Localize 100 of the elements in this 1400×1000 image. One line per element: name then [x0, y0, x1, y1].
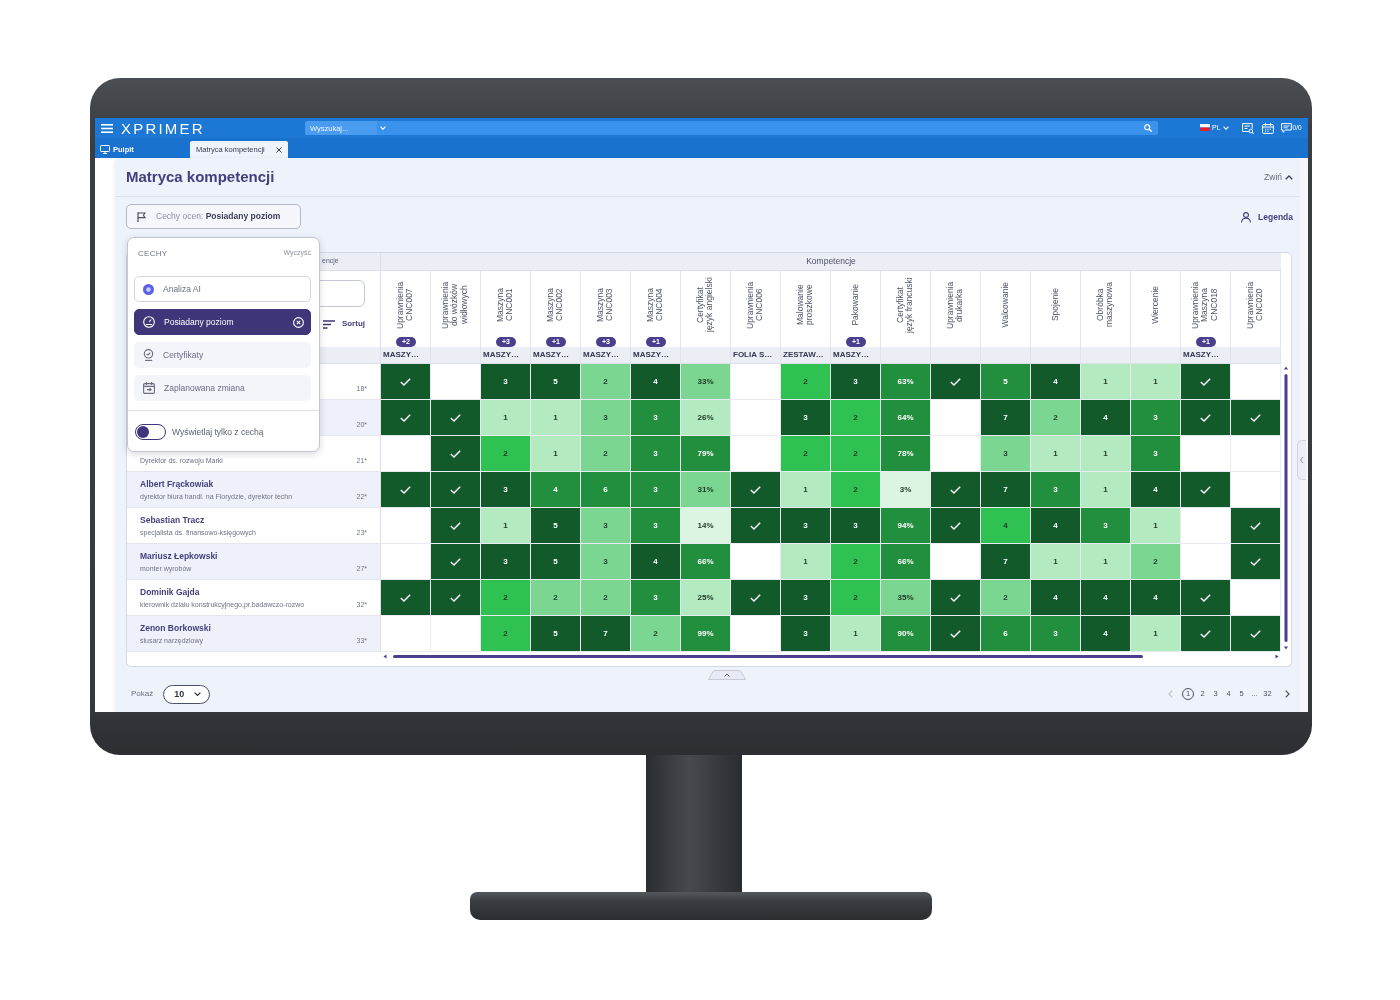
matrix-cell[interactable]: 99%: [681, 616, 731, 652]
matrix-cell[interactable]: 3: [581, 400, 631, 436]
matrix-cell[interactable]: [1181, 580, 1231, 616]
calendar-icon[interactable]: [1261, 122, 1274, 134]
matrix-cell[interactable]: 63%: [881, 364, 931, 400]
matrix-cell[interactable]: 25%: [681, 580, 731, 616]
matrix-cell[interactable]: 1: [1031, 436, 1081, 472]
employee-name[interactable]: Sebastian Tracz: [140, 515, 357, 526]
matrix-cell[interactable]: [1231, 364, 1281, 400]
matrix-cell[interactable]: [731, 472, 781, 508]
matrix-cell[interactable]: 3: [781, 616, 831, 652]
matrix-cell[interactable]: 3: [781, 580, 831, 616]
column-header[interactable]: Uprawnienia CNC020: [1246, 277, 1265, 333]
matrix-cell[interactable]: 5: [531, 616, 581, 652]
matrix-cell[interactable]: 1: [1131, 508, 1181, 544]
matrix-cell[interactable]: [431, 472, 481, 508]
feature-option[interactable]: Posiadany poziom: [134, 309, 311, 335]
matrix-cell[interactable]: 4: [1081, 580, 1131, 616]
feature-option[interactable]: Zaplanowana zmiana: [134, 375, 311, 401]
matrix-cell[interactable]: [381, 436, 431, 472]
matrix-cell[interactable]: 2: [831, 580, 881, 616]
matrix-cell[interactable]: 2: [831, 472, 881, 508]
matrix-cell[interactable]: 3: [1081, 508, 1131, 544]
matrix-cell[interactable]: [931, 616, 981, 652]
matrix-cell[interactable]: 4: [1131, 580, 1181, 616]
matrix-cell[interactable]: 3%: [881, 472, 931, 508]
column-header[interactable]: Certyfikat język angielski: [696, 277, 715, 333]
matrix-cell[interactable]: 4: [1031, 508, 1081, 544]
matrix-cell[interactable]: 1: [781, 544, 831, 580]
matrix-cell[interactable]: 6: [981, 616, 1031, 652]
toggle-switch[interactable]: [135, 424, 166, 440]
matrix-cell[interactable]: 2: [781, 364, 831, 400]
matrix-cell[interactable]: 1: [531, 400, 581, 436]
matrix-cell[interactable]: 33%: [681, 364, 731, 400]
matrix-cell[interactable]: [1231, 580, 1281, 616]
matrix-cell[interactable]: 3: [631, 472, 681, 508]
matrix-cell[interactable]: [431, 580, 481, 616]
matrix-cell[interactable]: 1: [831, 616, 881, 652]
matrix-cell[interactable]: [1181, 472, 1231, 508]
column-header[interactable]: Uprawnienia CNC007: [396, 277, 415, 333]
matrix-cell[interactable]: 64%: [881, 400, 931, 436]
collapse-handle[interactable]: [708, 670, 746, 680]
matrix-cell[interactable]: [1181, 436, 1231, 472]
filter-button[interactable]: Cechy ocen: Posiadany poziom: [126, 204, 301, 229]
matrix-cell[interactable]: 3: [831, 508, 881, 544]
matrix-cell[interactable]: 1: [1081, 436, 1131, 472]
matrix-cell[interactable]: 1: [531, 436, 581, 472]
matrix-cell[interactable]: [1181, 544, 1231, 580]
matrix-cell[interactable]: 2: [481, 616, 531, 652]
matrix-cell[interactable]: 14%: [681, 508, 731, 544]
matrix-cell[interactable]: 7: [981, 472, 1031, 508]
matrix-cell[interactable]: [1231, 544, 1281, 580]
employee-name[interactable]: Dominik Gajda: [140, 587, 357, 598]
matrix-cell[interactable]: 6: [581, 472, 631, 508]
matrix-cell[interactable]: [381, 544, 431, 580]
matrix-cell[interactable]: 1: [1131, 364, 1181, 400]
collapse-button[interactable]: Zwiń: [1263, 170, 1294, 184]
page-size-select[interactable]: 10: [163, 684, 211, 704]
matrix-cell[interactable]: [431, 544, 481, 580]
matrix-cell[interactable]: [931, 400, 981, 436]
matrix-cell[interactable]: 3: [1031, 616, 1081, 652]
column-header[interactable]: Uprawnienia CNC006: [746, 277, 765, 333]
column-header[interactable]: Maszyna CNC003: [596, 277, 615, 333]
matrix-cell[interactable]: 66%: [881, 544, 931, 580]
matrix-cell[interactable]: 2: [981, 580, 1031, 616]
matrix-cell[interactable]: 2: [1031, 400, 1081, 436]
matrix-cell[interactable]: 35%: [881, 580, 931, 616]
matrix-cell[interactable]: [381, 580, 431, 616]
chevron-right-icon[interactable]: [1285, 690, 1290, 698]
matrix-cell[interactable]: 3: [631, 400, 681, 436]
matrix-cell[interactable]: 1: [781, 472, 831, 508]
matrix-cell[interactable]: 2: [831, 544, 881, 580]
matrix-cell[interactable]: 3: [781, 400, 831, 436]
matrix-cell[interactable]: [731, 580, 781, 616]
matrix-cell[interactable]: 3: [781, 508, 831, 544]
matrix-cell[interactable]: [731, 436, 781, 472]
matrix-cell[interactable]: 3: [1131, 436, 1181, 472]
column-header[interactable]: Uprawnienia do wózków widłowych: [441, 277, 470, 333]
vertical-scrollbar[interactable]: [1281, 364, 1291, 652]
matrix-cell[interactable]: [431, 508, 481, 544]
matrix-cell[interactable]: 5: [981, 364, 1031, 400]
column-header[interactable]: Walcowanie: [1000, 282, 1011, 328]
feature-option[interactable]: Certyfikaty: [134, 342, 311, 368]
matrix-cell[interactable]: 4: [1081, 400, 1131, 436]
employee-name[interactable]: Mariusz Łepkowski: [140, 551, 357, 562]
matrix-cell[interactable]: [731, 400, 781, 436]
matrix-cell[interactable]: 2: [781, 436, 831, 472]
matrix-cell[interactable]: 1: [1081, 544, 1131, 580]
matrix-cell[interactable]: [381, 400, 431, 436]
column-header[interactable]: Maszyna CNC002: [546, 277, 565, 333]
caret-icon[interactable]: [380, 126, 386, 130]
column-header[interactable]: Spojenie: [1050, 288, 1061, 322]
matrix-cell[interactable]: [1231, 508, 1281, 544]
sort-button[interactable]: Sortuj: [322, 318, 365, 330]
matrix-cell[interactable]: [931, 580, 981, 616]
matrix-cell[interactable]: 2: [831, 400, 881, 436]
matrix-cell[interactable]: [1181, 364, 1231, 400]
matrix-cell[interactable]: 2: [631, 616, 681, 652]
matrix-cell[interactable]: 3: [1031, 472, 1081, 508]
search-icon[interactable]: [1144, 124, 1152, 132]
